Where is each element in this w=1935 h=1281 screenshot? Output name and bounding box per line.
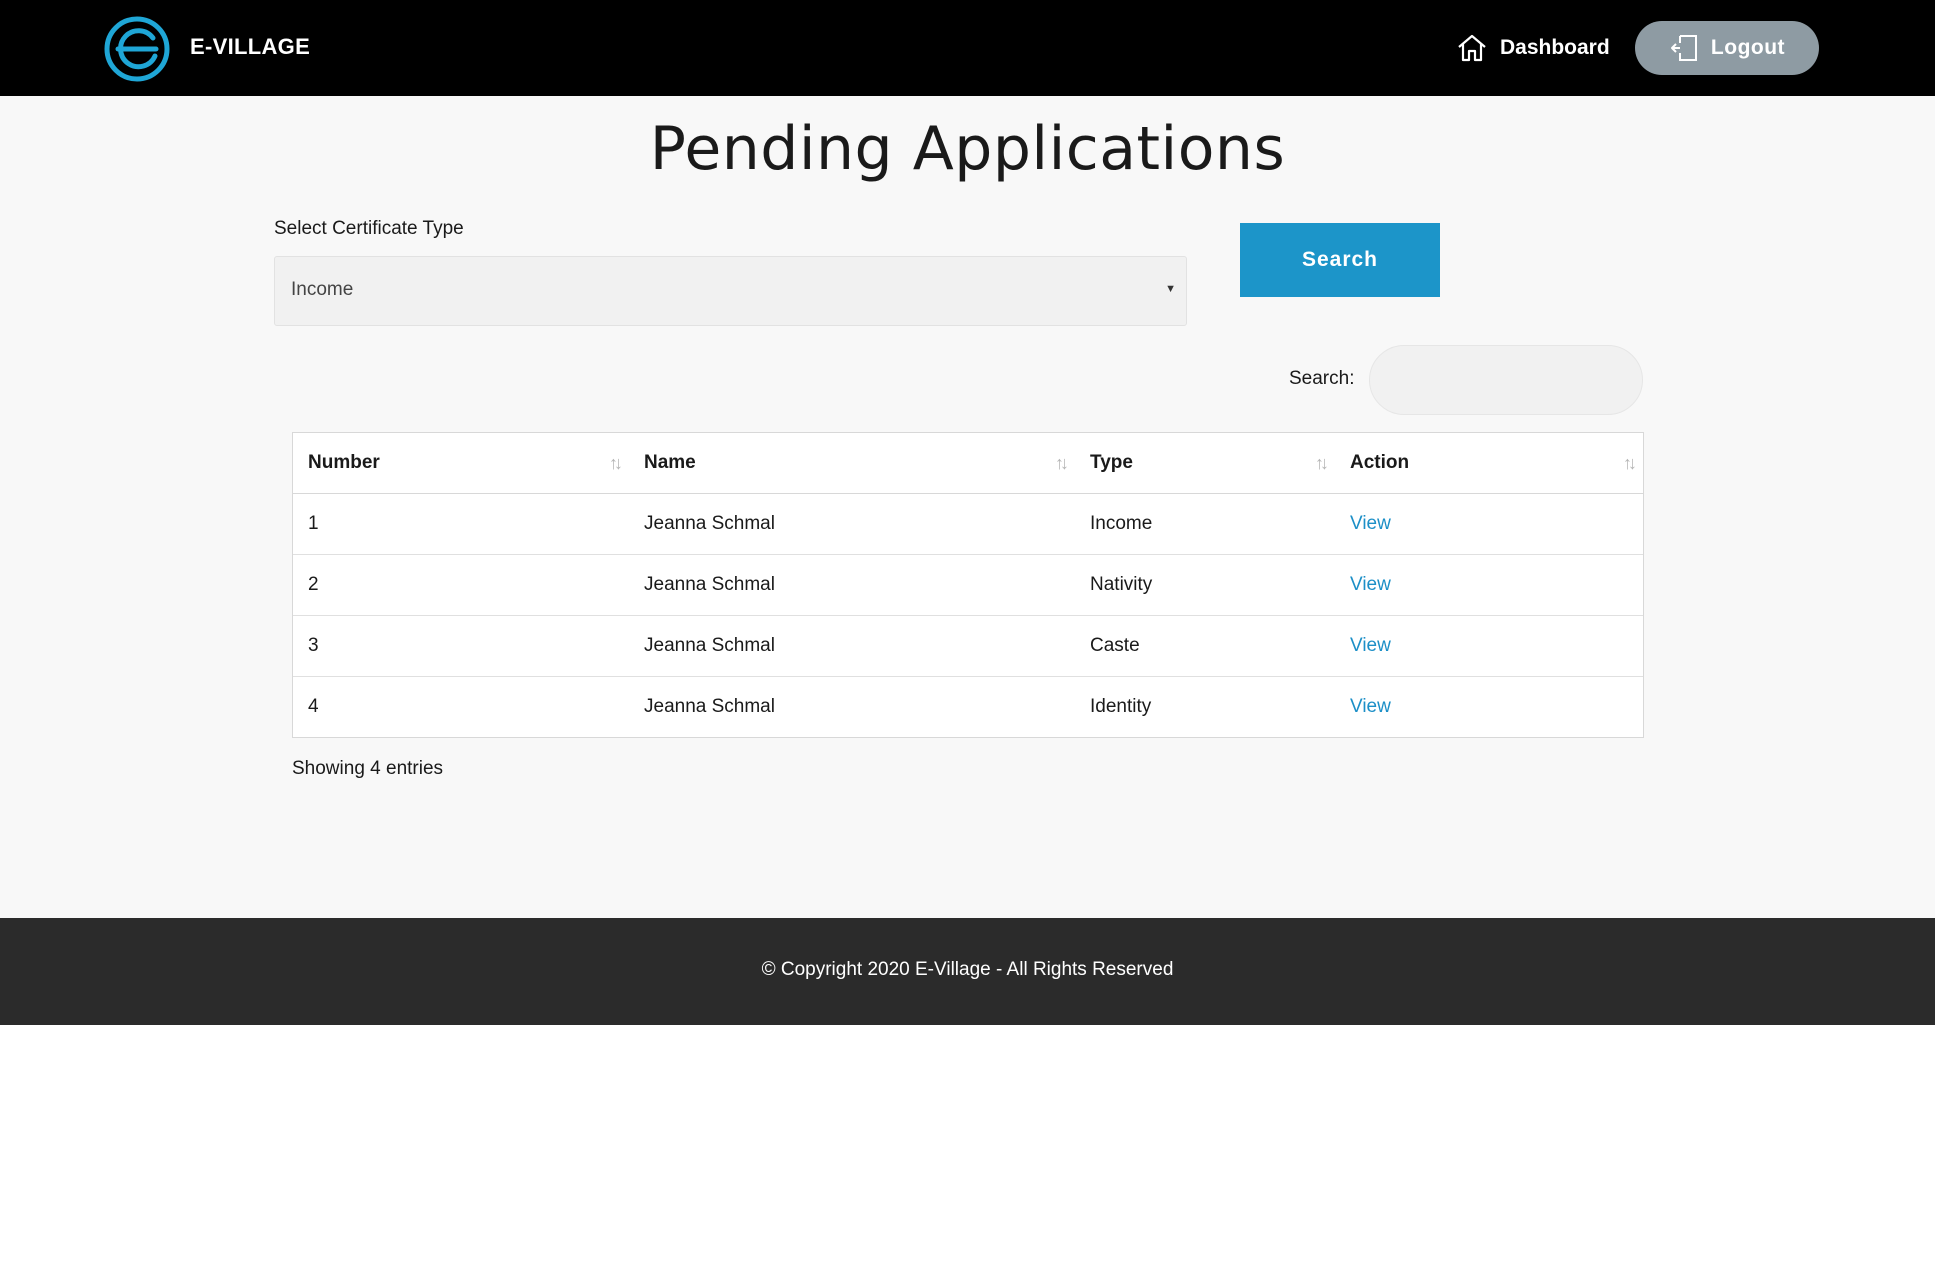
cell-number: 4 [293,675,629,737]
table-row: 4 Jeanna Schmal Identity View [293,675,1643,737]
home-icon [1458,34,1486,62]
main-content: Pending Applications Select Certificate … [0,96,1935,918]
cell-type: Income [1090,512,1153,534]
dashboard-link[interactable]: Dashboard [1456,31,1610,65]
column-header-label: Action [1350,451,1410,473]
column-header-label: Name [644,451,696,473]
footer: © Copyright 2020 E-Village - All Rights … [0,918,1935,1025]
cell-name: Jeanna Schmal [644,512,775,534]
page-title: Pending Applications [649,114,1286,184]
e-logo-icon[interactable] [104,16,170,82]
cell-name: Jeanna Schmal [629,553,1075,615]
brand-name[interactable]: E-VILLAGE [190,34,310,60]
dashboard-label: Dashboard [1500,36,1610,59]
search-button[interactable]: Search [1240,223,1440,297]
logout-button[interactable]: Logout [1635,21,1819,75]
logout-label: Logout [1710,36,1786,59]
certificate-type-value: Income [291,279,354,300]
column-header-type[interactable]: Type ↑↓ [1075,433,1335,494]
cell-type: Nativity [1075,553,1335,615]
column-header-label: Number [308,451,380,473]
logout-icon [1670,35,1697,61]
cell-number: 3 [293,614,629,676]
table-info: Showing 4 entries [292,758,444,779]
column-header-name[interactable]: Name ↑↓ [629,433,1075,494]
cell-type: Identity [1075,675,1335,737]
copyright-text: © Copyright 2020 E-Village - All Rights … [761,959,1174,980]
certificate-type-select[interactable]: Income ▼ [274,256,1187,326]
applications-table: Number ↑↓ Name ↑↓ Type ↑↓ Action ↑↓ 1 Je… [292,432,1644,738]
view-link[interactable]: View [1350,574,1391,595]
view-link[interactable]: View [1350,696,1391,717]
column-header-label: Type [1090,451,1133,473]
caret-down-icon: ▼ [1165,283,1176,295]
table-header-row: Number ↑↓ Name ↑↓ Type ↑↓ Action ↑↓ [293,433,1643,494]
cell-number: 2 [293,553,629,615]
column-header-number[interactable]: Number ↑↓ [293,433,629,494]
table-search-label: Search: [1289,368,1355,389]
sort-icon: ↑↓ [1315,453,1329,473]
column-header-action[interactable]: Action ↑↓ [1335,433,1643,494]
sort-icon: ↑↓ [1623,453,1637,473]
top-navbar: E-VILLAGE Dashboard Logout [0,0,1935,96]
sort-icon: ↑↓ [609,453,623,473]
cell-action: View [1335,553,1643,615]
cell-name: Jeanna Schmal [629,675,1075,737]
cell-action: View [1335,614,1643,676]
table-row: 1 Jeanna Schmal Income View [293,493,1643,554]
table-search-input[interactable] [1369,345,1643,415]
certificate-type-label: Select Certificate Type [274,218,464,239]
table-row: 3 Jeanna Schmal Caste View [293,614,1643,676]
sort-icon: ↑↓ [1055,453,1069,473]
view-link[interactable]: View [1350,635,1391,656]
table-row: 2 Jeanna Schmal Nativity View [293,553,1643,615]
cell-action: View [1335,493,1643,554]
cell-name: Jeanna Schmal [629,614,1075,676]
view-link[interactable]: View [1350,513,1391,534]
cell-action: View [1335,675,1643,737]
cell-type: Caste [1075,614,1335,676]
cell-number: 1 [308,512,319,534]
